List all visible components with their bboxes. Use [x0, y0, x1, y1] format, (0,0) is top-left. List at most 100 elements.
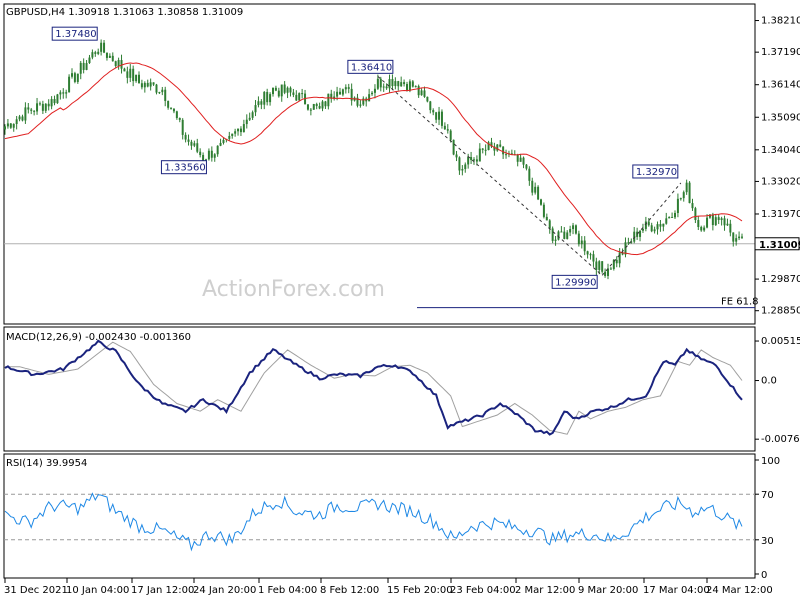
- candle-body: [6, 123, 9, 127]
- candle-body: [481, 148, 484, 150]
- x-axis: 31 Dec 202110 Jan 04:00 17 Jan 12:0024 Ja…: [4, 577, 773, 596]
- candle-body: [729, 223, 732, 233]
- candle-body: [97, 51, 100, 54]
- rsi-label: RSI(14) 39.9954: [6, 458, 87, 469]
- candle-body: [298, 93, 301, 101]
- candle-body: [388, 79, 391, 89]
- candle-body: [534, 186, 537, 193]
- x-tick-label: 15 Feb 20:00: [387, 585, 453, 596]
- candle-body: [720, 218, 723, 221]
- candle-body: [650, 225, 653, 232]
- candle-body: [717, 217, 720, 221]
- candle-body: [379, 78, 382, 88]
- candle-body: [216, 145, 219, 155]
- x-tick-label: 17 Mar 04:00: [643, 585, 710, 596]
- candle-body: [283, 84, 286, 93]
- x-tick-label: 17 Jan 12:00: [131, 585, 194, 596]
- candle-body: [263, 91, 266, 105]
- candle-body: [400, 82, 403, 87]
- x-tick-label: 10 Jan 04:00: [66, 585, 129, 596]
- price-tick-label: 1.38210: [761, 16, 800, 27]
- candle-body: [397, 81, 400, 87]
- candle-body: [674, 212, 676, 218]
- price-annotation-label: 1.32970: [636, 167, 677, 178]
- candle-body: [36, 103, 39, 112]
- candle-body: [254, 105, 257, 113]
- candle-body: [239, 128, 242, 133]
- macd-panel: MACD(12,26,9) -0.002430 -0.001360 0.0051…: [3, 326, 800, 452]
- candle-body: [100, 42, 103, 52]
- macd-tick-label: -0.00765: [761, 434, 800, 445]
- candle-body: [569, 229, 572, 233]
- candle-body: [94, 52, 97, 54]
- candle-body: [519, 157, 522, 162]
- candle-body: [464, 164, 467, 170]
- candle-body: [406, 84, 408, 91]
- candle-body: [9, 123, 12, 128]
- candle-body: [260, 101, 263, 105]
- candle-body: [639, 230, 642, 237]
- candle-body: [417, 86, 420, 96]
- candle-body: [266, 91, 269, 103]
- candle-body: [21, 116, 24, 121]
- candle-body: [202, 154, 205, 161]
- candle-body: [327, 93, 330, 107]
- price-tick-label: 1.34040: [761, 145, 800, 156]
- candle-body: [452, 139, 455, 155]
- candle-body: [414, 86, 417, 88]
- candle-body: [542, 204, 545, 217]
- candle-body: [184, 134, 187, 140]
- candle-body: [668, 216, 671, 219]
- candle-body: [103, 42, 106, 53]
- candle-body: [429, 101, 432, 111]
- candle-body: [711, 214, 714, 226]
- candle-body: [234, 131, 237, 134]
- candle-body: [540, 199, 542, 205]
- x-tick-label: 2 Mar 12:00: [515, 585, 575, 596]
- candle-body: [455, 154, 458, 158]
- macd-tick-label: 0.005152: [761, 336, 800, 347]
- candle-body: [586, 251, 589, 255]
- candle-body: [172, 108, 175, 112]
- candle-body: [71, 73, 73, 77]
- candle-body: [306, 104, 309, 110]
- candle-body: [525, 164, 528, 169]
- candle-body: [315, 103, 318, 107]
- candle-body: [85, 63, 88, 70]
- candle-body: [577, 233, 580, 245]
- candle-body: [522, 157, 525, 165]
- candle-body: [609, 268, 612, 270]
- candle-body: [15, 119, 18, 125]
- candle-body: [394, 81, 397, 87]
- candle-body: [164, 89, 167, 101]
- candle-body: [91, 52, 94, 58]
- candle-body: [478, 148, 481, 162]
- candle-body: [24, 107, 27, 121]
- candle-body: [676, 198, 679, 213]
- candle-body: [68, 76, 71, 93]
- candle-body: [280, 84, 283, 97]
- candle-body: [723, 218, 726, 226]
- rsi-y-axis: 100 70 30 0: [755, 456, 780, 581]
- candle-body: [528, 168, 531, 181]
- candle-body: [228, 135, 231, 139]
- candle-body: [222, 139, 225, 143]
- candle-body: [598, 261, 601, 270]
- candle-body: [438, 111, 441, 120]
- candle-body: [143, 82, 146, 88]
- candle-body: [359, 104, 362, 106]
- candle-body: [114, 61, 117, 66]
- candle-body: [219, 142, 222, 146]
- candle-body: [531, 180, 534, 193]
- x-tick-label: 1 Feb 04:00: [258, 585, 317, 596]
- candle-body: [251, 112, 254, 118]
- price-tick-label: 1.31970: [761, 209, 800, 220]
- candle-body: [193, 143, 196, 146]
- candle-body: [190, 141, 193, 146]
- candle-body: [207, 150, 210, 160]
- candle-body: [140, 83, 143, 88]
- candle-body: [641, 228, 644, 231]
- candle-body: [566, 232, 569, 239]
- candle-body: [18, 116, 21, 120]
- watermark: ActionForex.com: [202, 277, 385, 302]
